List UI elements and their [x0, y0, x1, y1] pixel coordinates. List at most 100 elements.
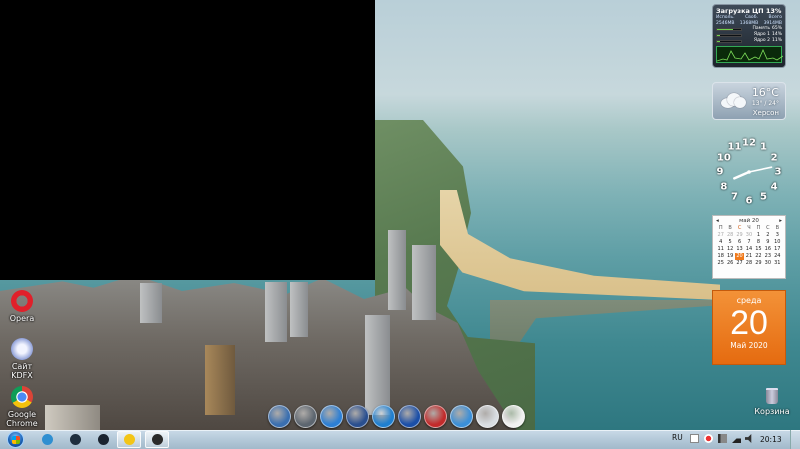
- calendar-today[interactable]: 20: [734, 253, 745, 260]
- calendar-day[interactable]: 13: [735, 246, 744, 253]
- calendar-grid: П В С Ч П С В 27 28 29 30 1 2 3 4 5 6 7 8 9 10 11 12 13 14 15 16 17…: [716, 225, 782, 267]
- memory-bar: [716, 27, 742, 31]
- date-month-year: Май 2020: [730, 341, 768, 350]
- clock-numeral: 12: [742, 137, 756, 149]
- clock-numeral: 1: [760, 141, 767, 153]
- windows-start-icon: [6, 431, 24, 448]
- calendar-day[interactable]: 31: [773, 260, 782, 267]
- clock-numeral: 8: [720, 181, 728, 192]
- calendar-day[interactable]: 5: [725, 239, 734, 246]
- tray-expand-icon[interactable]: [690, 434, 699, 443]
- calendar-day[interactable]: 12: [725, 246, 734, 253]
- desktop-icon-label: Google Chrome: [6, 410, 38, 428]
- calendar-day[interactable]: 6: [735, 239, 744, 246]
- calendar-day[interactable]: 2: [763, 232, 772, 239]
- hour-hand: [733, 170, 751, 180]
- calendar-day[interactable]: 16: [763, 246, 772, 253]
- calendar-weekday: В: [728, 225, 732, 231]
- weather-gadget[interactable]: 16°C 13° / 24° Херсон: [712, 82, 786, 120]
- calendar-day[interactable]: 29: [735, 232, 744, 239]
- calendar-day[interactable]: 4: [716, 239, 725, 246]
- wallpaper-tower: [265, 282, 287, 342]
- dock-tools-icon[interactable]: [346, 405, 369, 428]
- clock-numeral: 9: [716, 166, 724, 178]
- calendar-day[interactable]: 14: [744, 246, 753, 253]
- taskbar-button[interactable]: [35, 431, 59, 448]
- recycle-bin-label: Корзина: [754, 407, 790, 416]
- calendar-day[interactable]: 17: [773, 246, 782, 253]
- calendar-day[interactable]: 30: [744, 232, 753, 239]
- taskbar-clock[interactable]: 20:13: [760, 435, 782, 444]
- desktop-icon-opera[interactable]: Opera: [0, 290, 44, 323]
- language-indicator[interactable]: RU: [672, 433, 683, 442]
- date-gadget[interactable]: среда 20 Май 2020: [712, 290, 786, 365]
- cpu-title: Загрузка ЦП 13%: [716, 7, 782, 15]
- desktop-icon-label: Opera: [9, 314, 35, 323]
- desktop-icon-recycle-bin[interactable]: Корзина: [752, 388, 792, 416]
- calendar-weekday: С: [766, 225, 770, 231]
- calendar-day[interactable]: 9: [763, 239, 772, 246]
- calendar-day[interactable]: 22: [754, 253, 763, 260]
- pinned-app-2-icon: [69, 434, 81, 445]
- calendar-day[interactable]: 26: [725, 260, 734, 267]
- desktop-icon-kdfx-site[interactable]: Сайт KDFX: [0, 338, 44, 380]
- calendar-day[interactable]: 10: [773, 239, 782, 246]
- calendar-next-icon[interactable]: ▸: [779, 218, 782, 224]
- calendar-day[interactable]: 21: [744, 253, 753, 260]
- calendar-gadget[interactable]: ◂ май 20 ▸ П В С Ч П С В 27 28 29 30 1 2 3 4 5 6 7 8 9 10 11 1…: [712, 215, 786, 279]
- desktop-icon-label: Сайт KDFX: [11, 362, 33, 380]
- cpu-meter-gadget[interactable]: Загрузка ЦП 13% Исполь. Своб. Всего 2546…: [712, 4, 786, 68]
- memory-bar-fill: [717, 28, 733, 30]
- calendar-day[interactable]: 27: [735, 260, 744, 267]
- calendar-day[interactable]: 7: [744, 239, 753, 246]
- calendar-day[interactable]: 1: [754, 232, 763, 239]
- dock-calculator-icon[interactable]: [294, 405, 317, 428]
- start-button[interactable]: [3, 430, 27, 449]
- dock-mouse-icon[interactable]: [476, 405, 499, 428]
- taskbar-button[interactable]: [63, 431, 87, 448]
- date-day-number: 20: [730, 304, 768, 342]
- calendar-day[interactable]: 23: [763, 253, 772, 260]
- calendar-day[interactable]: 3: [773, 232, 782, 239]
- calendar-weekday: П: [718, 225, 723, 231]
- calendar-day[interactable]: 25: [716, 260, 725, 267]
- dock-windows-icon[interactable]: [450, 405, 473, 428]
- show-desktop-button[interactable]: [790, 430, 800, 449]
- calendar-day[interactable]: 29: [754, 260, 763, 267]
- calendar-prev-icon[interactable]: ◂: [716, 218, 719, 224]
- analog-clock-gadget[interactable]: 12 1 2 3 4 5 6 7 8 9 10 11: [712, 135, 786, 209]
- calendar-day[interactable]: 19: [725, 253, 734, 260]
- blank-window-area: [0, 0, 375, 280]
- clock-center: [747, 170, 751, 174]
- core2-label: Ядро 2: [753, 38, 770, 43]
- dock-speedometer-icon[interactable]: [424, 405, 447, 428]
- calendar-day[interactable]: 15: [754, 246, 763, 253]
- desktop-icon-google-chrome[interactable]: Google Chrome: [0, 386, 44, 428]
- dock-app-1-icon[interactable]: [268, 405, 291, 428]
- taskbar-button[interactable]: [117, 431, 141, 448]
- taskbar-button[interactable]: [145, 431, 169, 448]
- wallpaper-tower: [45, 405, 100, 430]
- calendar-day[interactable]: 18: [716, 253, 725, 260]
- calendar-day[interactable]: 8: [754, 239, 763, 246]
- taskbar-button[interactable]: [91, 431, 115, 448]
- pinned-app-1-icon: [41, 434, 53, 445]
- dock-monitor-icon[interactable]: [320, 405, 343, 428]
- calendar-day[interactable]: 11: [716, 246, 725, 253]
- calendar-day[interactable]: 24: [773, 253, 782, 260]
- calendar-weekday: В: [775, 225, 779, 231]
- clock-numeral: 2: [770, 152, 778, 163]
- calendar-day[interactable]: 28: [744, 260, 753, 267]
- dock-media-player-icon[interactable]: [372, 405, 395, 428]
- cpu-graph-line: [716, 49, 784, 62]
- calendar-day[interactable]: 27: [716, 232, 725, 239]
- calendar-day[interactable]: 30: [763, 260, 772, 267]
- dock-cards-icon[interactable]: [502, 405, 525, 428]
- action-center-icon[interactable]: [718, 434, 727, 443]
- dock-play-icon[interactable]: [398, 405, 421, 428]
- wallpaper-tower: [365, 315, 390, 415]
- tray-app-icon[interactable]: [704, 434, 713, 443]
- chrome-taskbar-icon: [123, 434, 135, 445]
- cloudy-weather-icon: [719, 91, 747, 109]
- calendar-day[interactable]: 28: [725, 232, 734, 239]
